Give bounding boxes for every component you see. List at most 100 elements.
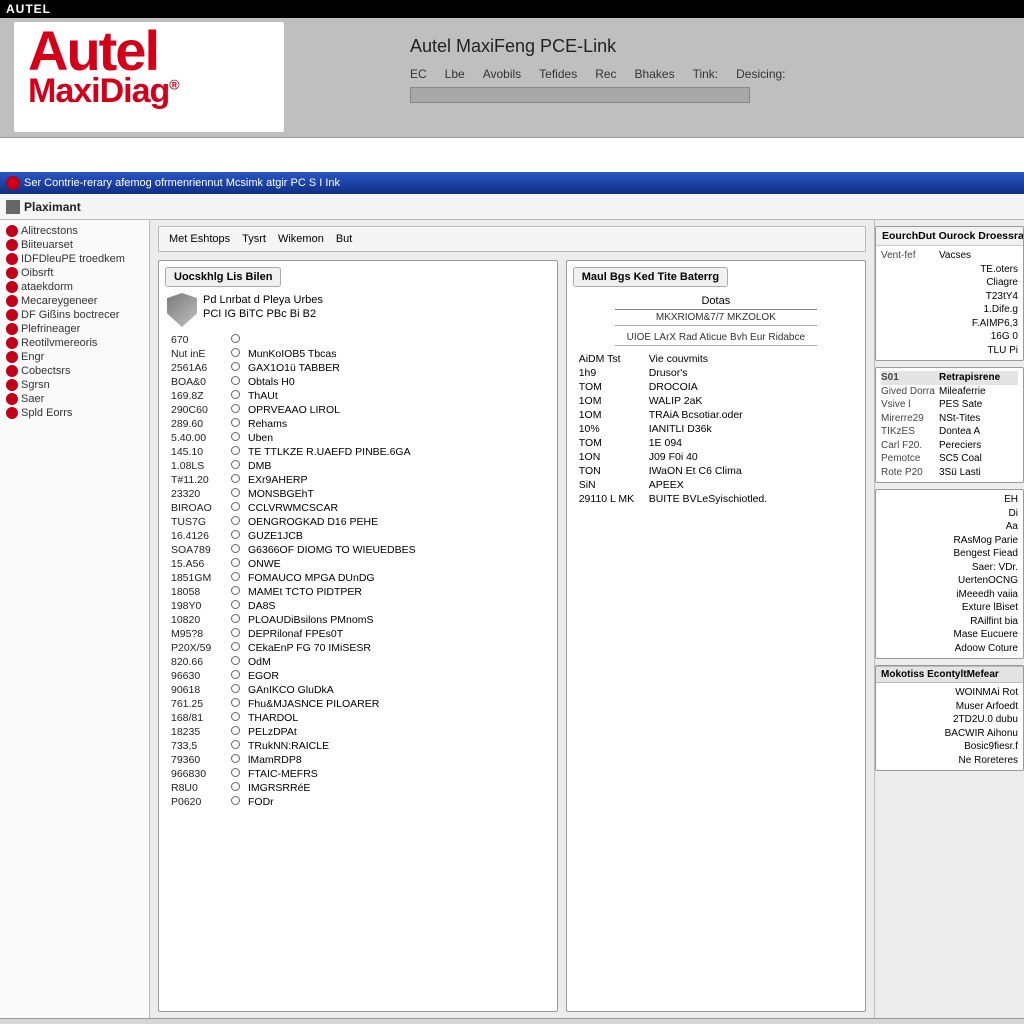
table-row[interactable]: 761.25Fhu&MJASNCE PILOARER [167, 697, 549, 711]
table-row[interactable]: 23320MONSBGEhT [167, 487, 549, 501]
footer-bar [0, 1018, 1024, 1024]
search-input[interactable] [410, 87, 750, 103]
sidebar-item[interactable]: Spld Eorrs [0, 406, 149, 420]
bullet-icon [6, 337, 18, 349]
list-item: Cliagre [881, 276, 1018, 290]
table-row[interactable]: BIROAOCCLVRWMCSCAR [167, 501, 549, 515]
list-item[interactable]: Mirerre29NSt-Tites [881, 412, 1018, 426]
ring-icon [231, 488, 240, 497]
ring-icon [231, 698, 240, 707]
list-item: 1.Dife.g [881, 303, 1018, 317]
table-row[interactable]: 168/81THARDOL [167, 711, 549, 725]
list-item: 2TD2U.0 dubu [881, 713, 1018, 727]
table-row[interactable]: 2561A6GAX1O1ü TABBER [167, 361, 549, 375]
menu-item[interactable]: EC [410, 67, 427, 81]
shield-icon [167, 293, 197, 327]
table-row[interactable]: R8U0IMGRSRRéE [167, 781, 549, 795]
table-row[interactable]: 290C60OPRVEAAO LIROL [167, 403, 549, 417]
bullet-icon [6, 365, 18, 377]
table-row[interactable]: TUS7GOENGROGKAD D16 PEHE [167, 515, 549, 529]
list-item[interactable]: Rote P203Sü Lasti [881, 466, 1018, 480]
table-row[interactable]: AiDM TstVie couvmits [575, 352, 857, 366]
sidebar-item[interactable]: DF Gißins boctrecer [0, 308, 149, 322]
menu-item[interactable]: Rec [595, 67, 616, 81]
sidebar-item[interactable]: Engr [0, 350, 149, 364]
table-row[interactable]: 198Y0DA8S [167, 599, 549, 613]
table-row[interactable]: SiNAPEEX [575, 478, 857, 492]
ring-icon [231, 460, 240, 469]
list-item[interactable]: Gived DorraMileaferrie [881, 385, 1018, 399]
sidebar-item[interactable]: Alitrecstons [0, 224, 149, 238]
sidebar-item[interactable]: ataekdorm [0, 280, 149, 294]
table-row[interactable]: TOM1E 094 [575, 436, 857, 450]
table-row[interactable]: 10%IANITLI D36k [575, 422, 857, 436]
list-item[interactable]: TIKzESDontea A [881, 425, 1018, 439]
table-row[interactable]: 29110 L MKBUITE BVLeSyischiotled. [575, 492, 857, 506]
ring-icon [231, 726, 240, 735]
table-row[interactable]: 670 [167, 333, 549, 347]
menu-item[interactable]: Tefides [539, 67, 577, 81]
table-row[interactable]: 5.40.00Uben [167, 431, 549, 445]
menu-item[interactable]: Desicing: [736, 67, 785, 81]
sidebar-item[interactable]: Saer [0, 392, 149, 406]
table-row[interactable]: 733,5TRukNN:RAICLE [167, 739, 549, 753]
tab[interactable]: Met Eshtops [169, 233, 230, 245]
table-row[interactable]: 18235PELzDPAt [167, 725, 549, 739]
table-row[interactable]: 90618GAnIKCO GluDkA [167, 683, 549, 697]
sidebar-item[interactable]: Biiteuarset [0, 238, 149, 252]
table-row[interactable]: 10820PLOAUDiBsilons PMnomS [167, 613, 549, 627]
table-row[interactable]: 145.10TE TTLKZE R.UAEFD PINBE.6GA [167, 445, 549, 459]
bullet-icon [6, 281, 18, 293]
app-menu: EC Lbe Avobils Tefides Rec Bhakes Tink: Desicin… [410, 67, 786, 81]
table-row[interactable]: 18058MAMEt TCTO PIDTPER [167, 585, 549, 599]
list-item[interactable]: Carl F20.Pereciers [881, 439, 1018, 453]
table-row[interactable]: 15.A56ONWE [167, 557, 549, 571]
sidebar-item[interactable]: Oibsrft [0, 266, 149, 280]
sidebar-item[interactable]: Reotilvmereoris [0, 336, 149, 350]
tab[interactable]: Wikemon [278, 233, 324, 245]
table-row[interactable]: 820.66OdM [167, 655, 549, 669]
list-item[interactable]: Vsive lPES Sate [881, 398, 1018, 412]
panel-left: Uocskhlg Lis Bilen Pd Lnrbat d Pleya Urb… [158, 260, 558, 1012]
table-row[interactable]: 1.08LSDMB [167, 459, 549, 473]
table-row[interactable]: 1h9Drusor's [575, 366, 857, 380]
table-row[interactable]: 1OMWALIP 2aK [575, 394, 857, 408]
list-item: RAsMog Parie [881, 534, 1018, 548]
sidebar-item[interactable]: IDFDleuPE troedkem [0, 252, 149, 266]
list-item[interactable]: PemotceSC5 Coal [881, 452, 1018, 466]
table-row[interactable]: P20X/59CEkaEnP FG 70 IMiSESR [167, 641, 549, 655]
menu-item[interactable]: Bhakes [635, 67, 675, 81]
table-row[interactable]: P0620FODr [167, 795, 549, 809]
sidebar-item[interactable]: Sgrsn [0, 378, 149, 392]
table-row[interactable]: 1851GMFOMAUCO MPGA DUnDG [167, 571, 549, 585]
table-row[interactable]: TOMDROCOIA [575, 380, 857, 394]
menu-item[interactable]: Lbe [445, 67, 465, 81]
table-row[interactable]: BOA&0Obtals H0 [167, 375, 549, 389]
table-row[interactable]: T#11.20EXr9AHERP [167, 473, 549, 487]
table-row[interactable]: 1OMTRAiA Bcsotiar.oder [575, 408, 857, 422]
sidebar-item[interactable]: Plefrineager [0, 322, 149, 336]
table-row[interactable]: 96630EGOR [167, 669, 549, 683]
table-row[interactable]: SOA789G6366OF DIOMG TO WIEUEDBES [167, 543, 549, 557]
table-row[interactable]: TONIWaON Et C6 Clima [575, 464, 857, 478]
table-row[interactable]: 169.8ZThAUt [167, 389, 549, 403]
sidebar-item[interactable]: Cobectsrs [0, 364, 149, 378]
table-row[interactable]: 1ONJ09 F0i 40 [575, 450, 857, 464]
table-row[interactable]: 79360lMamRDP8 [167, 753, 549, 767]
logo: Autel MaxiDiag® [14, 22, 284, 132]
menu-item[interactable]: Tink: [693, 67, 719, 81]
table-row[interactable]: 966830FTAIC-MEFRS [167, 767, 549, 781]
tab[interactable]: But [336, 233, 353, 245]
menu-item[interactable]: Avobils [483, 67, 521, 81]
tab[interactable]: Tysrt [242, 233, 266, 245]
ring-icon [231, 768, 240, 777]
center-column: Met Eshtops Tysrt Wikemon But Uocskhlg Lis … [150, 220, 874, 1018]
main-area: AlitrecstonsBiiteuarsetIDFDleuPE troedke… [0, 220, 1024, 1018]
list-item: TE.oters [881, 263, 1018, 277]
table-row[interactable]: M95?8DEPRilonaf FPEs0T [167, 627, 549, 641]
table-row[interactable]: 16.4126GUZE1JCB [167, 529, 549, 543]
table-row[interactable]: Nut inEMunKoIOB5 Tbcas [167, 347, 549, 361]
sidebar-item[interactable]: Mecareygeneer [0, 294, 149, 308]
table-row[interactable]: 289.60Rehams [167, 417, 549, 431]
ring-icon [231, 404, 240, 413]
